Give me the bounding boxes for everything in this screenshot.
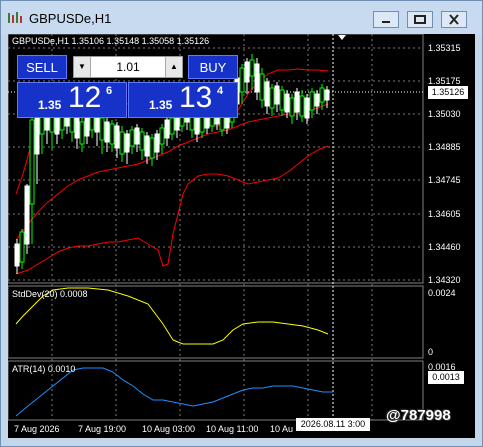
- sell-price-prefix: 1.35: [38, 98, 62, 112]
- price-tick-label: 1.34885: [428, 142, 461, 152]
- time-tick-label: 7 Aug 2026: [14, 424, 60, 434]
- stddev-tick-top: 0.0024: [428, 288, 456, 298]
- buy-button[interactable]: BUY: [188, 55, 238, 79]
- candle-body: [104, 121, 110, 143]
- candle-body: [299, 95, 305, 117]
- price-tick-label: 1.34605: [428, 209, 461, 219]
- candle-body: [84, 115, 90, 137]
- candle-body: [304, 97, 310, 119]
- candle-body: [289, 97, 295, 117]
- candle-body: [309, 91, 315, 111]
- title-bar[interactable]: GBPUSDe,H1: [1, 1, 482, 35]
- sell-price-big: 12: [68, 81, 102, 114]
- minimize-button[interactable]: [373, 11, 399, 28]
- price-tick-label: 1.34460: [428, 242, 461, 252]
- price-tick-label: 1.35315: [428, 43, 461, 53]
- lot-size-input[interactable]: ▼ 1.01 ▲: [73, 56, 183, 78]
- candle-body: [279, 89, 285, 111]
- time-tick-label: 10 Aug 11:00: [206, 424, 258, 434]
- candle-body: [74, 117, 80, 139]
- current-price-badge: 1.35126: [428, 86, 468, 99]
- lot-decrease-button[interactable]: ▼: [74, 57, 91, 77]
- price-axis: 1.35315 1.35175 1.35030 1.34885 1.34745 1.346…: [428, 43, 461, 285]
- watermark: @787998: [386, 407, 451, 424]
- candle-body: [34, 111, 40, 155]
- sell-price-sup: 6: [106, 85, 113, 97]
- restore-icon: [414, 15, 426, 24]
- stddev-tick-zero: 0: [428, 347, 433, 357]
- lot-value[interactable]: 1.01: [94, 57, 162, 77]
- buy-price-sup: 4: [217, 85, 224, 97]
- lot-increase-button[interactable]: ▲: [165, 57, 182, 77]
- atr-label: ATR(14) 0.0010: [12, 364, 75, 374]
- candle-body: [144, 135, 150, 157]
- time-tick-label: 7 Aug 19:00: [78, 424, 126, 434]
- candle-body: [254, 63, 260, 93]
- candle-body: [129, 129, 135, 147]
- restore-button[interactable]: [407, 11, 433, 28]
- candle-body: [239, 67, 245, 93]
- candle-body: [319, 87, 325, 103]
- candle-body: [164, 119, 170, 139]
- candle-body: [79, 121, 85, 145]
- time-axis: 7 Aug 2026 7 Aug 19:00 10 Aug 03:00 10 Aug …: [14, 424, 293, 434]
- candle-body: [194, 115, 200, 135]
- candle-body: [159, 127, 165, 145]
- buy-price-prefix: 1.35: [149, 98, 173, 112]
- candle-body: [99, 117, 105, 141]
- candle-body: [324, 89, 330, 101]
- candle-body: [284, 93, 290, 113]
- time-tick-label: 10 Au: [270, 424, 293, 434]
- candle-body: [294, 91, 300, 113]
- candle-body: [169, 117, 175, 135]
- price-tick-label: 1.34745: [428, 175, 461, 185]
- candle-body: [139, 131, 145, 151]
- candle-body: [249, 59, 255, 77]
- window-title: GBPUSDe,H1: [29, 11, 112, 26]
- candle-body: [274, 85, 280, 105]
- candle-body: [134, 127, 140, 145]
- buy-price-button[interactable]: 1.35 13 4: [128, 81, 238, 118]
- candle-body: [119, 131, 125, 155]
- bollinger-lower: [15, 145, 329, 275]
- chart-info-line: GBPUSDe,H1 1.35106 1.35148 1.35058 1.351…: [12, 36, 209, 46]
- sell-button[interactable]: SELL: [17, 55, 67, 79]
- candle-body: [149, 137, 155, 159]
- stddev-label: StdDev(20) 0.0008: [12, 289, 88, 299]
- candle-body: [269, 87, 275, 109]
- price-tick-label: 1.34320: [428, 275, 461, 285]
- chart-icon: [8, 12, 22, 23]
- sell-price-button[interactable]: 1.35 12 6: [17, 81, 127, 118]
- candle-body: [109, 123, 115, 145]
- candle-body: [14, 243, 20, 267]
- atr-current-badge: 0.0013: [428, 371, 464, 384]
- crosshair-time-badge: 2026.08.11 3:00: [296, 418, 370, 431]
- candle-body: [24, 185, 30, 245]
- candle-body: [264, 81, 270, 107]
- candle-body: [124, 133, 130, 153]
- close-icon: [449, 14, 459, 25]
- chart-shift-marker[interactable]: [338, 35, 346, 40]
- one-click-trading-panel: SELL ▼ 1.01 ▲ BUY 1.35 12 6 1.35 13 4: [17, 55, 238, 118]
- minimize-icon: [382, 21, 390, 23]
- candle-body: [314, 93, 320, 107]
- price-tick-label: 1.35175: [428, 76, 461, 86]
- candle-body: [29, 119, 35, 205]
- buy-price-big: 13: [179, 81, 213, 114]
- candle-body: [259, 73, 265, 101]
- close-button[interactable]: [441, 11, 467, 28]
- price-tick-label: 1.35030: [428, 109, 461, 119]
- time-tick-label: 10 Aug 03:00: [142, 424, 195, 434]
- candle-body: [154, 133, 160, 153]
- candle-body: [244, 61, 250, 83]
- candle-body: [114, 125, 120, 149]
- atr-line: [15, 367, 333, 417]
- candle-body: [19, 231, 25, 263]
